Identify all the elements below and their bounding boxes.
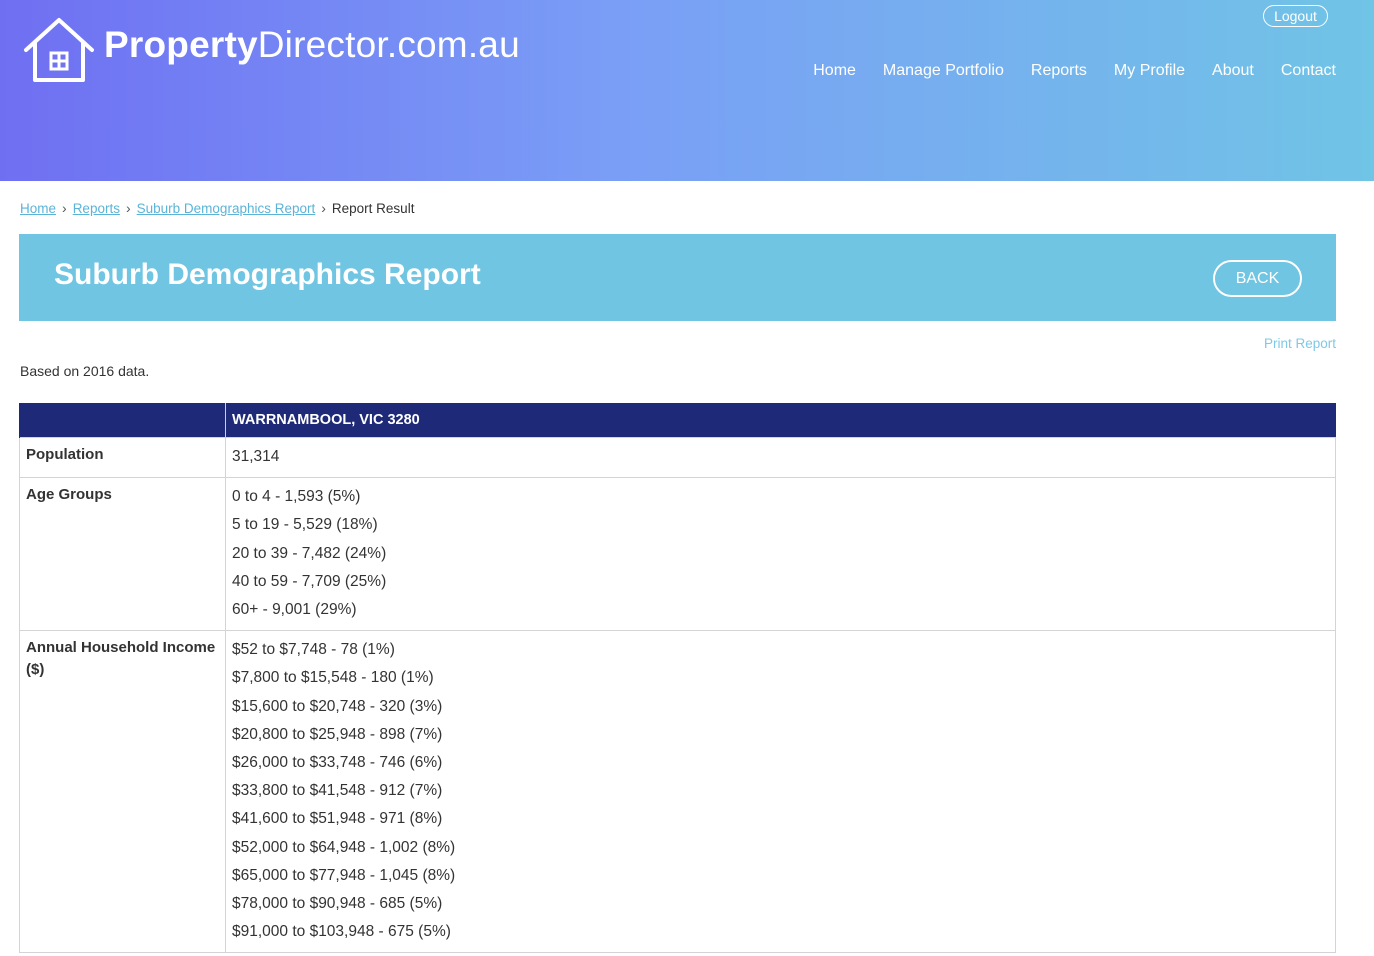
breadcrumb-reports[interactable]: Reports <box>73 201 120 216</box>
data-source-note: Based on 2016 data. <box>20 363 150 379</box>
breadcrumb-suburb-report[interactable]: Suburb Demographics Report <box>137 201 316 216</box>
list-item: $52 to $7,748 - 78 (1%) <box>232 641 395 659</box>
chevron-right-icon: › <box>321 200 326 216</box>
nav-reports[interactable]: Reports <box>1031 62 1087 80</box>
age-groups-value: 0 to 4 - 1,593 (5%) 5 to 19 - 5,529 (18%… <box>225 477 1336 632</box>
logout-button[interactable]: Logout <box>1263 5 1328 27</box>
nav-home[interactable]: Home <box>813 62 856 80</box>
house-icon <box>24 18 94 82</box>
chevron-right-icon: › <box>125 200 131 216</box>
list-item: $65,000 to $77,948 - 1,045 (8%) <box>232 866 456 884</box>
page-banner: Suburb Demographics Report BACK <box>19 234 1336 321</box>
nav-about[interactable]: About <box>1212 62 1254 80</box>
page-title: Suburb Demographics Report <box>54 258 481 291</box>
list-item: $26,000 to $33,748 - 746 (6%) <box>232 754 443 772</box>
demographics-table: WARRNAMBOOL, VIC 3280 Population 31,314 … <box>19 403 1336 954</box>
list-item: $78,000 to $90,948 - 685 (5%) <box>232 895 443 913</box>
print-report-link[interactable]: Print Report <box>1264 336 1336 351</box>
population-value-text: 31,314 <box>232 448 280 465</box>
table-row: Age Groups 0 to 4 - 1,593 (5%) 5 to 19 -… <box>19 477 1336 632</box>
table-row: Population 31,314 <box>19 436 1336 479</box>
list-item: 20 to 39 - 7,482 (24%) <box>232 544 387 562</box>
table-row: Annual Household Income ($) $52 to $7,74… <box>19 630 1336 954</box>
income-label: Annual Household Income ($) <box>19 630 226 954</box>
list-item: $15,600 to $20,748 - 320 (3%) <box>232 697 443 715</box>
income-value: $52 to $7,748 - 78 (1%) $7,800 to $15,54… <box>225 630 1336 954</box>
back-button[interactable]: BACK <box>1213 260 1302 297</box>
age-groups-label: Age Groups <box>19 477 226 632</box>
main-nav: Home Manage Portfolio Reports My Profile… <box>786 62 1336 80</box>
list-item: $41,600 to $51,948 - 971 (8%) <box>232 810 443 828</box>
list-item: $33,800 to $41,548 - 912 (7%) <box>232 782 443 800</box>
nav-my-profile[interactable]: My Profile <box>1114 62 1185 80</box>
site-header: PropertyDirector.com.au Logout Home Mana… <box>0 0 1374 181</box>
breadcrumb: Home › Reports › Suburb Demographics Rep… <box>20 200 414 216</box>
chevron-right-icon: › <box>62 200 67 216</box>
site-logo[interactable]: PropertyDirector.com.au <box>22 16 520 84</box>
population-label: Population <box>19 436 226 479</box>
suburb-header: WARRNAMBOOL, VIC 3280 <box>225 403 1336 438</box>
table-header-blank <box>19 403 226 438</box>
list-item: $52,000 to $64,948 - 1,002 (8%) <box>232 838 456 856</box>
list-item: 40 to 59 - 7,709 (25%) <box>232 572 387 590</box>
list-item: $91,000 to $103,948 - 675 (5%) <box>232 923 451 941</box>
breadcrumb-current: Report Result <box>331 200 415 216</box>
nav-contact[interactable]: Contact <box>1281 62 1336 80</box>
table-header-row: WARRNAMBOOL, VIC 3280 <box>19 403 1336 438</box>
list-item: 5 to 19 - 5,529 (18%) <box>232 516 378 534</box>
list-item: $7,800 to $15,548 - 180 (1%) <box>232 669 434 687</box>
population-value: 31,314 <box>225 436 1336 479</box>
list-item: 60+ - 9,001 (29%) <box>232 601 357 619</box>
list-item: 0 to 4 - 1,593 (5%) <box>232 488 361 506</box>
logo-text: PropertyDirector.com.au <box>104 24 520 65</box>
nav-manage-portfolio[interactable]: Manage Portfolio <box>883 62 1004 80</box>
list-item: $20,800 to $25,948 - 898 (7%) <box>232 725 443 743</box>
breadcrumb-home[interactable]: Home <box>20 201 56 216</box>
